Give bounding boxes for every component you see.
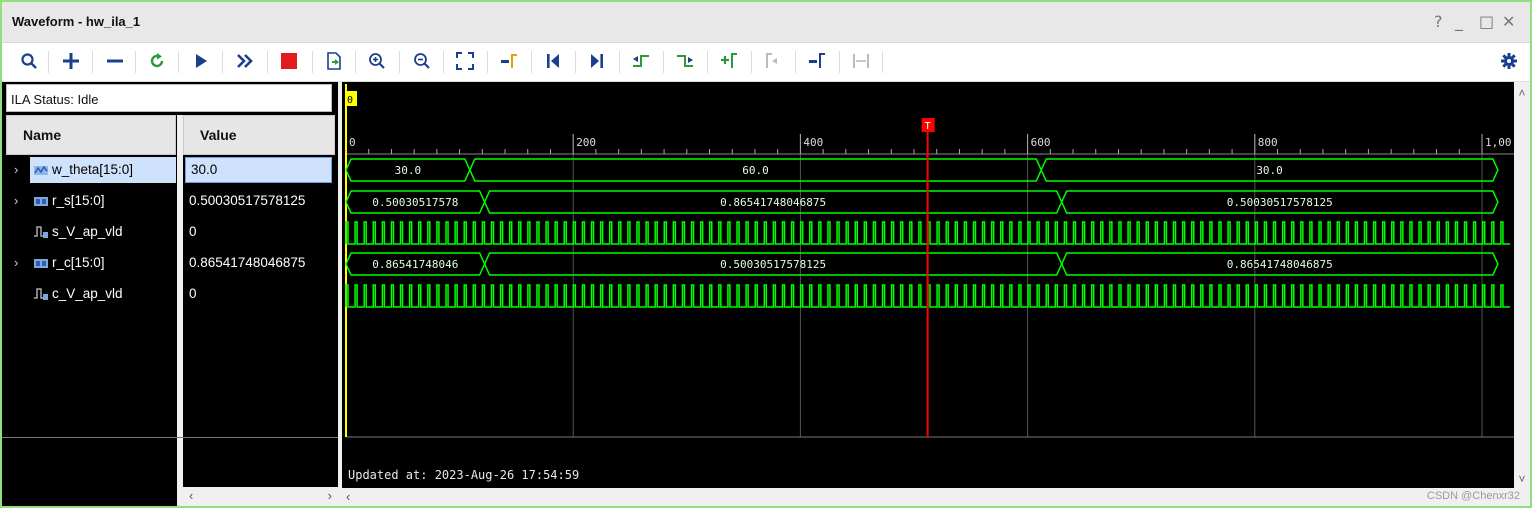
scroll-up-icon[interactable]: ˄ [1514,86,1530,100]
zoom-in-icon[interactable] [366,50,388,72]
go-to-beginning-icon[interactable] [542,50,564,72]
bus-value-label: 0.50030517578 [372,196,458,209]
zoom-fit-icon[interactable] [454,50,476,72]
close-button[interactable]: ✕ [1502,12,1515,31]
refresh-icon[interactable] [146,50,168,72]
bus-value-label: 0.86541748046875 [720,196,826,209]
axis-tick-label: 400 [803,136,823,149]
plus-icon[interactable] [60,50,82,72]
help-button[interactable]: ? [1434,12,1443,31]
bit-signal-icon [34,226,48,238]
signal-row[interactable]: › r_s[15:0] 0.50030517578125 [2,186,338,216]
axis-tick-label: 200 [576,136,596,149]
previous-marker-icon[interactable] [762,50,784,72]
expand-chevron-icon[interactable]: › [14,193,18,208]
export-icon[interactable] [323,50,345,72]
vertical-scrollbar[interactable]: ˄ ˅ [1514,82,1530,488]
expand-chevron-icon[interactable]: › [14,162,18,177]
panel-divider [2,437,338,438]
value-horizontal-scrollbar[interactable]: ‹ › [183,487,338,506]
go-to-cursor-icon[interactable] [498,50,520,72]
updated-timestamp: Updated at: 2023-Aug-26 17:54:59 [348,468,579,482]
bus-value-label: 60.0 [742,164,769,177]
ila-status: ILA Status: Idle [6,84,332,112]
waveform-panel[interactable]: 0 200 400 600 800 1,00 0 30.0 60.0 30.0 0.50030517… [342,82,1514,488]
signal-value: 0 [189,224,197,239]
start-marker-label: 0 [347,95,353,106]
run-icon[interactable] [190,50,212,72]
bus-value-label: 30.0 [395,164,422,177]
name-column-header[interactable]: Name [6,115,176,155]
horizontal-scrollbar[interactable]: ‹ CSDN @Chenxr32 [342,488,1530,506]
trigger-marker-label: T [925,121,931,132]
bus-signal-icon [34,259,48,268]
signal-value: 30.0 [191,162,218,177]
signal-value: 0.50030517578125 [189,193,306,208]
toolbar [2,43,1530,82]
axis-tick-label: 800 [1258,136,1278,149]
axis-tick-label: 600 [1031,136,1051,149]
stop-icon[interactable] [278,50,300,72]
waveform-window: Waveform - hw_ila_1 ? _ □ ✕ ILA Status: … [0,0,1532,508]
zoom-out-icon[interactable] [411,50,433,72]
analog-signal-icon [34,165,48,175]
scroll-left-icon[interactable]: ‹ [189,488,193,503]
maximize-button[interactable]: □ [1479,12,1494,31]
next-marker-icon[interactable] [806,50,828,72]
signal-name: c_V_ap_vld [52,286,123,301]
signal-value: 0.86541748046875 [189,255,306,270]
go-to-end-icon[interactable] [586,50,608,72]
fast-forward-icon[interactable] [234,50,256,72]
signal-name: w_theta[15:0] [52,162,134,177]
minimize-button[interactable]: _ [1455,12,1463,31]
signal-row[interactable]: s_V_ap_vld 0 [2,217,338,247]
expand-chevron-icon[interactable]: › [14,255,18,270]
settings-icon[interactable] [1498,50,1520,72]
title-bar: Waveform - hw_ila_1 ? _ □ ✕ [2,2,1530,43]
signal-row[interactable]: › w_theta[15:0] 30.0 [2,155,338,185]
signal-value: 0 [189,286,197,301]
axis-tick-label: 1,00 [1485,136,1512,149]
signal-row[interactable]: › r_c[15:0] 0.86541748046875 [2,248,338,278]
scroll-left-icon[interactable]: ‹ [346,489,350,504]
add-marker-icon[interactable] [718,50,740,72]
axis-tick-label: 0 [349,136,356,149]
window-title: Waveform - hw_ila_1 [12,14,141,29]
scroll-down-icon[interactable]: ˅ [1514,472,1530,486]
signal-name: r_s[15:0] [52,193,105,208]
bus-value-label: 0.50030517578125 [720,258,826,271]
swap-cursors-icon[interactable] [850,50,872,72]
previous-transition-icon[interactable] [630,50,652,72]
minus-icon[interactable] [104,50,126,72]
value-column-header[interactable]: Value [183,115,335,155]
waveform-canvas[interactable]: 0 200 400 600 800 1,00 0 30.0 60.0 30.0 0.50030517… [342,82,1514,488]
scroll-right-icon[interactable]: › [328,488,332,503]
signal-name: r_c[15:0] [52,255,105,270]
signal-list-panel: ILA Status: Idle Name Value › w_theta[15… [2,82,338,506]
signal-row[interactable]: c_V_ap_vld 0 [2,279,338,309]
watermark: CSDN @Chenxr32 [1426,490,1520,502]
bus-value-label: 0.50030517578125 [1227,196,1333,209]
bus-value-label: 30.0 [1256,164,1283,177]
bit-signal-icon [34,288,48,300]
next-transition-icon[interactable] [674,50,696,72]
bus-value-label: 0.86541748046 [372,258,458,271]
signal-name: s_V_ap_vld [52,224,123,239]
bus-value-label: 0.86541748046875 [1227,258,1333,271]
bus-signal-icon [34,197,48,206]
search-icon[interactable] [18,50,40,72]
